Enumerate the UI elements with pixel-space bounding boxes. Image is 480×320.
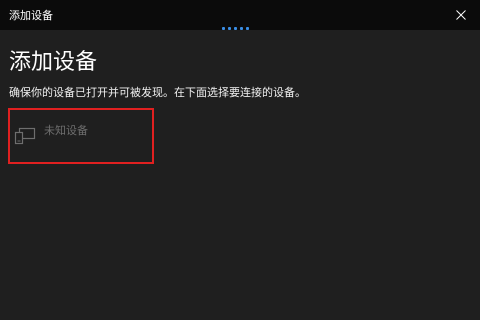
add-device-dialog: 添加设备 添加设备 确保你的设备已打开并可被发现。在下面选择要连接的设备。 未知… [0,0,480,320]
progress-dot [222,27,225,30]
close-icon [456,10,466,20]
progress-dot [228,27,231,30]
display-device-icon [14,127,36,149]
window-title: 添加设备 [9,9,53,22]
page-title: 添加设备 [9,50,98,75]
instruction-text: 确保你的设备已打开并可被发现。在下面选择要连接的设备。 [9,86,306,99]
device-list-item[interactable]: 未知设备 [8,108,154,164]
progress-dot [234,27,237,30]
progress-dot [240,27,243,30]
loading-progress-indicator [222,27,249,30]
device-name: 未知设备 [44,124,88,137]
close-button[interactable] [442,0,480,30]
title-bar: 添加设备 [0,0,480,30]
progress-dot [246,27,249,30]
